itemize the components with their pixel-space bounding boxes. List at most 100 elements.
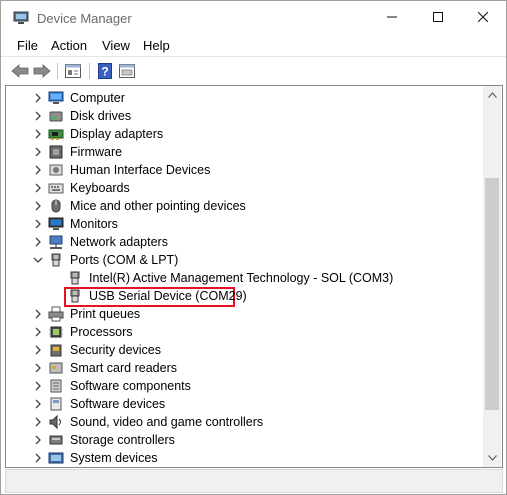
software-device-icon <box>50 397 62 411</box>
chevron-down-icon[interactable] <box>32 254 44 266</box>
chevron-right-icon[interactable] <box>32 128 44 140</box>
tree-category-item[interactable]: Mice and other pointing devices <box>6 197 483 215</box>
sound-icon <box>49 414 61 430</box>
display-adapter-icon <box>48 129 64 140</box>
toolbar-separator <box>89 63 90 79</box>
vertical-scrollbar[interactable] <box>483 86 501 467</box>
close-button[interactable] <box>460 1 506 33</box>
help-icon: ? <box>98 63 112 79</box>
minimize-icon <box>387 16 397 18</box>
tree-category-item[interactable]: Human Interface Devices <box>6 161 483 179</box>
update-driver-icon <box>119 64 135 78</box>
chevron-right-icon[interactable] <box>32 434 44 446</box>
tree-category-item[interactable]: Software components <box>6 377 483 395</box>
tree-item-label: Keyboards <box>70 181 130 195</box>
title-bar[interactable]: Device Manager <box>1 1 506 34</box>
menu-view[interactable]: View <box>102 38 130 53</box>
tree-category-item[interactable]: Network adapters <box>6 233 483 251</box>
processor-icon <box>49 326 63 338</box>
back-button[interactable] <box>10 62 30 80</box>
tree-category-item[interactable]: Ports (COM & LPT) <box>6 251 483 269</box>
chevron-right-icon[interactable] <box>32 308 44 320</box>
chevron-right-icon[interactable] <box>32 164 44 176</box>
tree-item-label: Print queues <box>70 307 141 321</box>
tree-category-item[interactable]: Storage controllers <box>6 431 483 449</box>
tree-item-label: Intel(R) Active Management Technology - … <box>89 271 394 285</box>
tree-item-label: System devices <box>70 451 158 465</box>
software-component-icon <box>50 379 62 393</box>
window-title: Device Manager <box>37 11 132 26</box>
tree-category-item[interactable]: Display adapters <box>6 125 483 143</box>
smart-card-icon <box>49 362 63 374</box>
device-manager-icon <box>13 11 29 25</box>
tree-item-label: USB Serial Device (COM29) <box>89 289 247 303</box>
tree-child-item[interactable]: USB Serial Device (COM29) <box>6 287 483 305</box>
port-icon <box>51 253 61 267</box>
tree-category-item[interactable]: Firmware <box>6 143 483 161</box>
tree-category-item[interactable]: Smart card readers <box>6 359 483 377</box>
port-icon <box>70 289 80 303</box>
port-icon <box>70 271 80 285</box>
menu-help[interactable]: Help <box>143 38 170 53</box>
menu-action[interactable]: Action <box>51 38 87 53</box>
chevron-right-icon[interactable] <box>32 398 44 410</box>
security-device-icon <box>50 344 62 357</box>
menu-bar: File Action View Help <box>1 34 506 56</box>
forward-button[interactable] <box>32 62 52 80</box>
help-button[interactable]: ? <box>95 62 115 80</box>
chevron-right-icon[interactable] <box>32 218 44 230</box>
tree-item-label: Computer <box>70 91 125 105</box>
tree-category-item[interactable]: Keyboards <box>6 179 483 197</box>
chevron-right-icon[interactable] <box>32 452 44 464</box>
tree-item-label: Security devices <box>70 343 162 357</box>
properties-button[interactable] <box>63 62 83 80</box>
chevron-right-icon[interactable] <box>32 146 44 158</box>
tree-category-item[interactable]: Print queues <box>6 305 483 323</box>
tree-category-item[interactable]: Computer <box>6 89 483 107</box>
network-adapter-icon <box>49 235 63 249</box>
update-driver-button[interactable] <box>117 62 137 80</box>
tree-category-item[interactable]: Security devices <box>6 341 483 359</box>
chevron-right-icon[interactable] <box>32 92 44 104</box>
back-icon <box>11 64 29 78</box>
scroll-up-button[interactable] <box>483 86 501 104</box>
device-tree[interactable]: Computer Disk drives Display adapters Firmw… <box>6 86 483 467</box>
firmware-icon <box>49 145 63 159</box>
svg-text:?: ? <box>101 65 108 79</box>
tree-category-item[interactable]: Monitors <box>6 215 483 233</box>
tree-category-item[interactable]: System devices <box>6 449 483 467</box>
tree-item-label: Ports (COM & LPT) <box>70 253 179 267</box>
chevron-right-icon[interactable] <box>32 110 44 122</box>
tree-item-label: Disk drives <box>70 109 132 123</box>
keyboard-icon <box>48 183 64 194</box>
tree-child-item[interactable]: Intel(R) Active Management Technology - … <box>6 269 483 287</box>
tree-item-label: Software components <box>70 379 191 393</box>
printer-icon <box>48 306 64 322</box>
tree-category-item[interactable]: Software devices <box>6 395 483 413</box>
status-bar <box>5 469 503 493</box>
forward-icon <box>33 64 51 78</box>
chevron-right-icon[interactable] <box>32 380 44 392</box>
chevron-right-icon[interactable] <box>32 236 44 248</box>
close-icon <box>478 12 488 22</box>
disk-drive-icon <box>49 111 63 122</box>
chevron-right-icon[interactable] <box>32 182 44 194</box>
chevron-right-icon[interactable] <box>32 200 44 212</box>
chevron-right-icon[interactable] <box>32 416 44 428</box>
device-manager-window: Device Manager File Action View Help ? C… <box>0 0 507 495</box>
tree-category-item[interactable]: Processors <box>6 323 483 341</box>
tree-item-label: Firmware <box>70 145 123 159</box>
scroll-thumb[interactable] <box>485 178 499 410</box>
minimize-button[interactable] <box>369 1 415 33</box>
menu-file[interactable]: File <box>17 38 38 53</box>
toolbar-separator <box>57 63 58 79</box>
monitor-icon <box>48 217 64 230</box>
chevron-right-icon[interactable] <box>32 326 44 338</box>
tree-item-label: Network adapters <box>70 235 168 249</box>
tree-category-item[interactable]: Disk drives <box>6 107 483 125</box>
chevron-right-icon[interactable] <box>32 362 44 374</box>
tree-category-item[interactable]: Sound, video and game controllers <box>6 413 483 431</box>
maximize-button[interactable] <box>415 1 461 33</box>
chevron-right-icon[interactable] <box>32 344 44 356</box>
scroll-down-button[interactable] <box>483 449 501 467</box>
